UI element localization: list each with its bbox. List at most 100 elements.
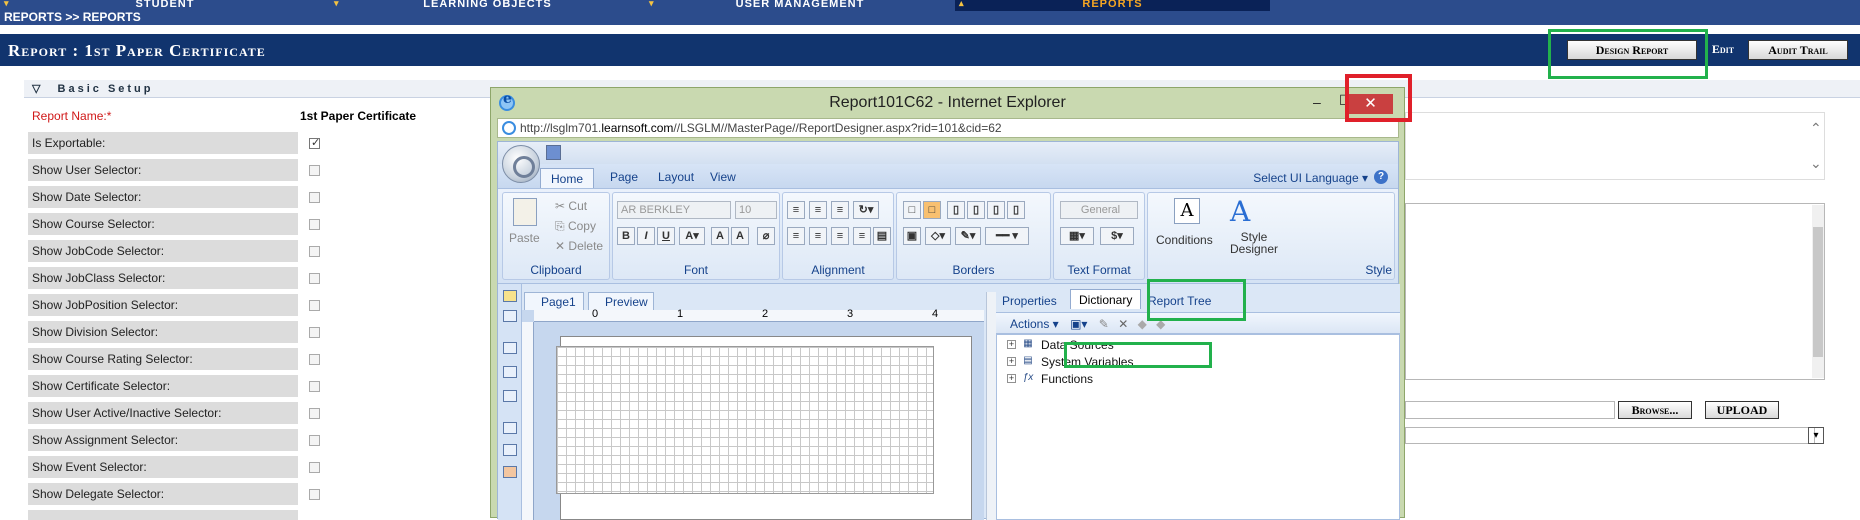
format-select[interactable] xyxy=(1405,427,1815,444)
expand-icon[interactable]: + xyxy=(1007,374,1016,383)
tab-page[interactable]: Page xyxy=(610,170,638,184)
align-top-icon[interactable]: ≡ xyxy=(787,201,805,219)
text-tool-icon[interactable] xyxy=(503,422,517,434)
selector-checkbox[interactable] xyxy=(309,165,320,176)
shrink-font-icon[interactable]: A xyxy=(731,227,749,245)
help-icon[interactable]: ? xyxy=(1374,170,1388,184)
edit-button[interactable]: Edit xyxy=(1705,40,1741,60)
border-bottom-icon[interactable]: ▯ xyxy=(987,201,1005,219)
paste-button[interactable]: Paste xyxy=(509,231,540,245)
edit-item-icon[interactable]: ✎ xyxy=(1099,317,1109,331)
scroll-up-icon[interactable]: ⌃ xyxy=(1810,120,1822,137)
tab-dictionary[interactable]: Dictionary xyxy=(1070,289,1142,309)
align-bottom-icon[interactable]: ≡ xyxy=(831,201,849,219)
audit-trail-button[interactable]: Audit Trail xyxy=(1748,40,1848,60)
line-style-icon[interactable]: ━━ ▾ xyxy=(985,227,1029,245)
minimize-button[interactable]: – xyxy=(1313,94,1321,110)
select-tool-icon[interactable] xyxy=(503,290,517,302)
scroll-down-icon[interactable]: ⌄ xyxy=(1810,155,1822,172)
nav-tab-learning-objects[interactable]: ▾ Learning Objects xyxy=(330,0,645,11)
border-all-icon[interactable]: □ xyxy=(903,201,921,219)
font-size-select[interactable]: 10 xyxy=(735,201,777,219)
tree-node-functions[interactable]: + ƒx Functions xyxy=(1007,370,1093,388)
format-select[interactable]: General xyxy=(1060,201,1138,219)
query-scrollbar[interactable] xyxy=(1812,205,1824,378)
selector-checkbox[interactable] xyxy=(309,136,320,149)
file-path-field[interactable] xyxy=(1405,401,1615,419)
move-up-icon[interactable]: ◆ xyxy=(1138,317,1147,331)
copy-button[interactable]: ⎘ Copy xyxy=(555,219,596,234)
delete-item-icon[interactable]: ✕ xyxy=(1118,317,1128,331)
align-middle-icon[interactable]: ≡ xyxy=(809,201,827,219)
description-box[interactable] xyxy=(1405,112,1825,180)
upload-button[interactable]: UPLOAD xyxy=(1705,401,1779,419)
selector-checkbox[interactable] xyxy=(309,192,320,203)
tab-layout[interactable]: Layout xyxy=(658,170,694,184)
fill-color-icon[interactable]: ◇▾ xyxy=(925,227,951,245)
app-menu-button[interactable] xyxy=(502,145,540,183)
nav-tab-reports[interactable]: ▴ Reports xyxy=(955,0,1270,11)
selector-checkbox[interactable] xyxy=(309,408,320,419)
selector-checkbox[interactable] xyxy=(309,246,320,257)
selector-checkbox[interactable] xyxy=(309,273,320,284)
selector-checkbox[interactable] xyxy=(309,381,320,392)
selector-checkbox[interactable] xyxy=(309,462,320,473)
italic-icon[interactable]: I xyxy=(637,227,655,245)
band-tool-icon[interactable] xyxy=(503,342,517,354)
page1-tab[interactable]: Page1 xyxy=(524,292,584,310)
align-left-icon[interactable]: ≡ xyxy=(787,227,805,245)
expand-icon[interactable]: + xyxy=(1007,357,1016,366)
data-band-tool-icon[interactable] xyxy=(503,390,517,402)
border-top-icon[interactable]: ▯ xyxy=(967,201,985,219)
shape-tool-icon[interactable] xyxy=(503,444,517,456)
query-box[interactable] xyxy=(1405,203,1825,380)
delete-button[interactable]: ✕ Delete xyxy=(555,239,603,253)
align-right-icon[interactable]: ≡ xyxy=(831,227,849,245)
align-center-icon[interactable]: ≡ xyxy=(809,227,827,245)
nav-tab-user-management[interactable]: ▾ User Management xyxy=(645,0,955,11)
new-item-icon[interactable]: ▣▾ xyxy=(1070,317,1087,331)
border-none-icon[interactable]: □ xyxy=(923,201,941,219)
justify-icon[interactable]: ≡ xyxy=(853,227,871,245)
select-arrow-icon[interactable]: ▾ xyxy=(1808,427,1824,444)
pan-tool-icon[interactable] xyxy=(503,310,517,322)
currency-icon[interactable]: $▾ xyxy=(1100,227,1134,245)
format-style-icon[interactable]: ▦▾ xyxy=(1060,227,1094,245)
border-left-icon[interactable]: ▯ xyxy=(947,201,965,219)
canvas-scrollbar[interactable] xyxy=(986,292,996,520)
selector-checkbox[interactable] xyxy=(309,327,320,338)
design-canvas[interactable]: 0 1 2 3 4 xyxy=(522,308,984,520)
grow-font-icon[interactable]: A xyxy=(711,227,729,245)
select-ui-language[interactable]: Select UI Language ▾ xyxy=(1253,171,1368,185)
report-name-field[interactable]: 1st Paper Certificate xyxy=(300,105,485,127)
selector-checkbox[interactable] xyxy=(309,300,320,311)
border-right-icon[interactable]: ▯ xyxy=(1007,201,1025,219)
underline-icon[interactable]: U xyxy=(657,227,675,245)
address-bar[interactable]: http://lsglm701.learnsoft.com//LSGLM//Ma… xyxy=(497,118,1399,138)
font-name-select[interactable]: AR BERKLEY xyxy=(617,201,731,219)
tab-properties[interactable]: Properties xyxy=(1002,294,1057,308)
actions-menu[interactable]: Actions ▾ xyxy=(1010,317,1059,331)
conditions-button[interactable]: Conditions xyxy=(1156,233,1213,247)
clear-format-icon[interactable]: ⌀ xyxy=(757,227,775,245)
selector-checkbox[interactable] xyxy=(309,489,320,500)
style-designer-button[interactable]: Style Designer xyxy=(1230,231,1278,255)
expand-icon[interactable]: + xyxy=(1007,340,1016,349)
selector-checkbox[interactable] xyxy=(309,435,320,446)
selector-checkbox[interactable] xyxy=(309,219,320,230)
image-tool-icon[interactable] xyxy=(503,466,517,478)
wrap-icon[interactable]: ▤ xyxy=(873,227,891,245)
browse-button[interactable]: Browse... xyxy=(1618,401,1692,419)
page-grid[interactable] xyxy=(556,346,934,494)
rotate-icon[interactable]: ↻▾ xyxy=(853,201,879,219)
cross-band-tool-icon[interactable] xyxy=(503,366,517,378)
font-color-icon[interactable]: A▾ xyxy=(679,227,705,245)
tab-home[interactable]: Home xyxy=(540,168,595,188)
shadow-icon[interactable]: ▣ xyxy=(903,227,921,245)
bold-icon[interactable]: B xyxy=(617,227,635,245)
border-color-icon[interactable]: ✎▾ xyxy=(955,227,981,245)
save-icon[interactable] xyxy=(546,145,561,160)
selector-checkbox[interactable] xyxy=(309,354,320,365)
tab-view[interactable]: View xyxy=(710,170,736,184)
cut-button[interactable]: ✂ Cut xyxy=(555,199,587,213)
